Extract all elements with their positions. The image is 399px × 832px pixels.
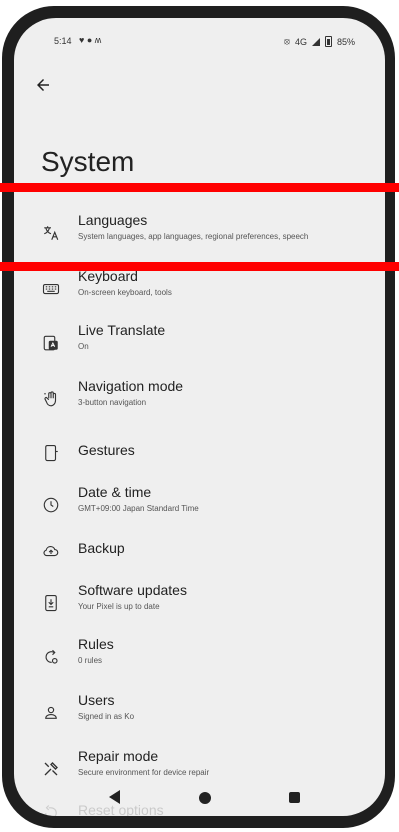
cloud-upload-icon	[42, 542, 60, 560]
phone-frame: 5:14 ♥ ● ʍ ⦻ 4G 85% System Languages Sys…	[0, 0, 399, 832]
nav-home-button[interactable]	[199, 792, 215, 808]
signal-icon	[311, 37, 320, 46]
item-label: Languages	[78, 212, 148, 228]
item-label: Users	[78, 692, 115, 708]
setting-item-backup[interactable]: Backup	[14, 526, 385, 572]
item-subtitle: On	[78, 342, 89, 351]
item-subtitle: On-screen keyboard, tools	[78, 288, 172, 297]
screen: 5:14 ♥ ● ʍ ⦻ 4G 85% System Languages Sys…	[14, 18, 385, 816]
item-label: Gestures	[78, 442, 135, 458]
rules-icon	[42, 648, 60, 666]
clock-icon	[42, 496, 60, 514]
status-bar: 5:14 ♥ ● ʍ ⦻ 4G 85%	[14, 18, 385, 62]
battery-icon	[324, 36, 332, 47]
red-annotation-line-top	[0, 183, 399, 192]
item-subtitle: Your Pixel is up to date	[78, 602, 160, 611]
item-subtitle: 0 rules	[78, 656, 103, 665]
back-triangle-icon	[109, 790, 120, 804]
notification-icons: ♥ ● ʍ	[79, 35, 102, 45]
item-label: Rules	[78, 636, 114, 652]
setting-item-gestures[interactable]: Gestures	[14, 428, 385, 474]
translate-icon	[42, 224, 60, 242]
battery-percent: 85%	[336, 36, 355, 47]
setting-item-languages[interactable]: Languages System languages, app language…	[14, 208, 385, 254]
item-subtitle: GMT+09:00 Japan Standard Time	[78, 504, 199, 513]
item-label: Software updates	[78, 582, 187, 598]
item-label: Navigation mode	[78, 378, 184, 394]
nav-recents-button[interactable]	[289, 792, 305, 808]
gestures-phone-icon	[42, 444, 60, 462]
item-subtitle: Signed in as Ko	[78, 712, 135, 721]
repair-tools-icon	[42, 760, 60, 778]
nav-back-button[interactable]	[109, 790, 125, 806]
status-time: 5:14	[54, 36, 72, 46]
item-subtitle: System languages, app languages, regiona…	[78, 232, 309, 241]
live-translate-icon	[42, 334, 60, 352]
item-subtitle: Secure environment for device repair	[78, 768, 210, 777]
status-right: ⦻ 4G 85%	[284, 36, 355, 47]
setting-item-date-time[interactable]: Date & time GMT+09:00 Japan Standard Tim…	[14, 480, 385, 526]
item-label: Repair mode	[78, 748, 159, 764]
user-icon	[42, 704, 60, 722]
item-label: Backup	[78, 540, 125, 556]
setting-item-rules[interactable]: Rules 0 rules	[14, 632, 385, 678]
home-circle-icon	[199, 792, 211, 804]
setting-item-live-translate[interactable]: Live Translate On	[14, 318, 385, 364]
item-label: Date & time	[78, 484, 152, 500]
network-type: 4G	[294, 36, 307, 47]
vibrate-icon: ⦻	[284, 36, 290, 46]
gesture-hand-icon	[42, 390, 60, 408]
setting-item-navigation-mode[interactable]: Navigation mode 3-button navigation	[14, 374, 385, 420]
page-title: System	[41, 146, 135, 177]
navigation-bar	[14, 782, 385, 816]
red-annotation-line-bottom	[0, 262, 399, 271]
item-subtitle: 3-button navigation	[78, 398, 147, 407]
recents-square-icon	[289, 792, 300, 803]
back-arrow-icon[interactable]	[34, 76, 56, 96]
setting-item-users[interactable]: Users Signed in as Ko	[14, 688, 385, 734]
system-update-icon	[42, 594, 60, 612]
setting-item-software-updates[interactable]: Software updates Your Pixel is up to dat…	[14, 578, 385, 624]
item-label: Live Translate	[78, 322, 166, 338]
keyboard-icon	[42, 280, 60, 298]
